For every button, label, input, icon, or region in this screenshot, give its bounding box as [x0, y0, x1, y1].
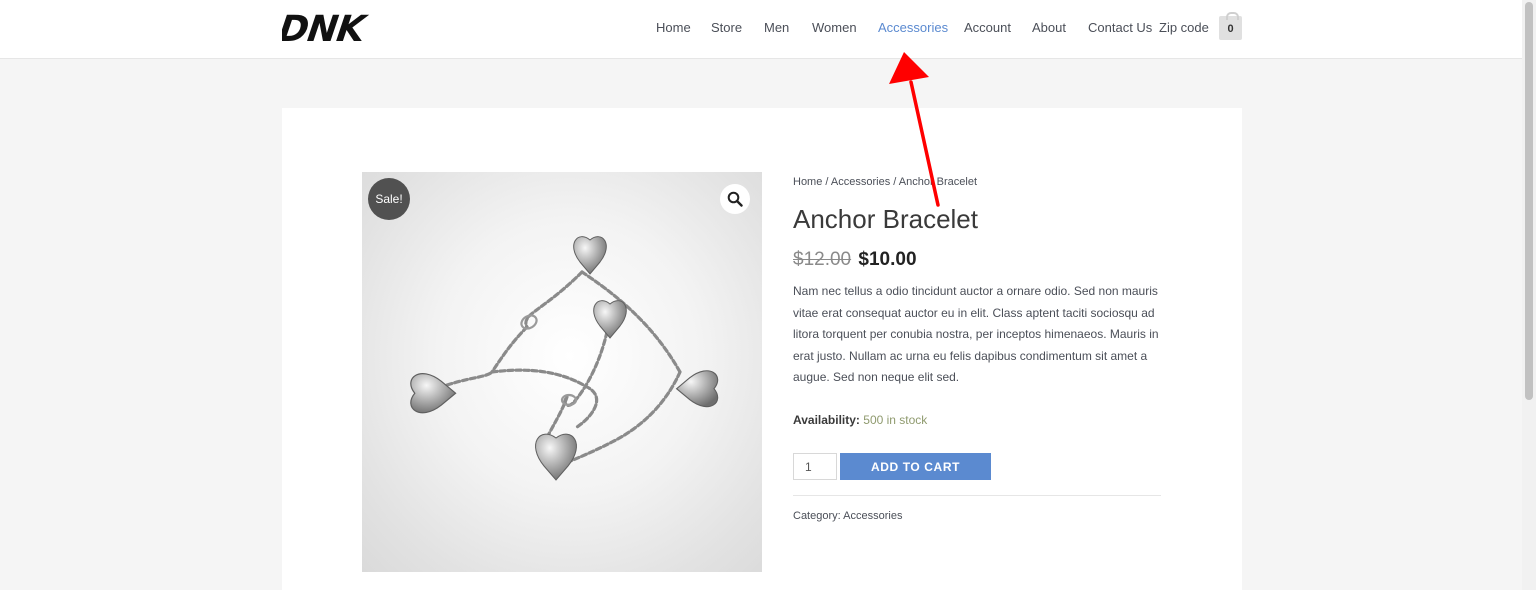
divider [793, 495, 1161, 496]
scrollbar-thumb[interactable] [1525, 2, 1533, 400]
magnifier-icon [727, 191, 743, 207]
product-price: $12.00 $10.00 [793, 249, 917, 271]
nav-about[interactable]: About [1032, 20, 1066, 35]
breadcrumb-separator: / [822, 176, 831, 188]
nav-account[interactable]: Account [964, 20, 1011, 35]
product-description: Nam nec tellus a odio tincidunt auctor a… [793, 284, 1159, 385]
old-price: $12.00 [793, 249, 852, 270]
page-scrollbar[interactable] [1522, 0, 1536, 590]
availability-value: 500 in stock [863, 413, 928, 427]
breadcrumb-home[interactable]: Home [793, 176, 822, 188]
cart-icon[interactable]: 0 [1219, 12, 1242, 40]
nav-store[interactable]: Store [711, 20, 742, 35]
breadcrumb-accessories[interactable]: Accessories [831, 176, 890, 188]
breadcrumb-current: Anchor Bracelet [898, 176, 978, 188]
main-navigation: Home Store Men Women Accessories Account… [0, 0, 1522, 58]
quantity-input[interactable] [793, 453, 837, 480]
nav-men[interactable]: Men [764, 20, 789, 35]
nav-contact-us[interactable]: Contact Us [1088, 20, 1152, 35]
zoom-button[interactable] [720, 184, 750, 214]
product-category: Category: Accessories [793, 510, 902, 522]
bracelet-image [410, 236, 719, 481]
nav-home[interactable]: Home [656, 20, 691, 35]
breadcrumb-separator: / [890, 176, 899, 188]
add-to-cart-button[interactable]: Add to cart [840, 453, 991, 480]
breadcrumb: Home / Accessories / Anchor Bracelet [793, 176, 977, 188]
availability-label: Availability: [793, 413, 860, 427]
sale-badge: Sale! [368, 178, 410, 220]
product-title: Anchor Bracelet [793, 204, 978, 234]
sale-price: $10.00 [858, 249, 917, 270]
nav-accessories[interactable]: Accessories [878, 20, 948, 35]
availability: Availability: 500 in stock [793, 413, 927, 427]
category-label: Category: [793, 510, 841, 522]
site-header: DNK Home Store Men Women Accessories Acc… [0, 0, 1522, 59]
product-image[interactable]: Sale! [362, 172, 762, 572]
nav-zip-code[interactable]: Zip code [1159, 20, 1209, 35]
category-link[interactable]: Accessories [843, 510, 902, 522]
nav-women[interactable]: Women [812, 20, 857, 35]
